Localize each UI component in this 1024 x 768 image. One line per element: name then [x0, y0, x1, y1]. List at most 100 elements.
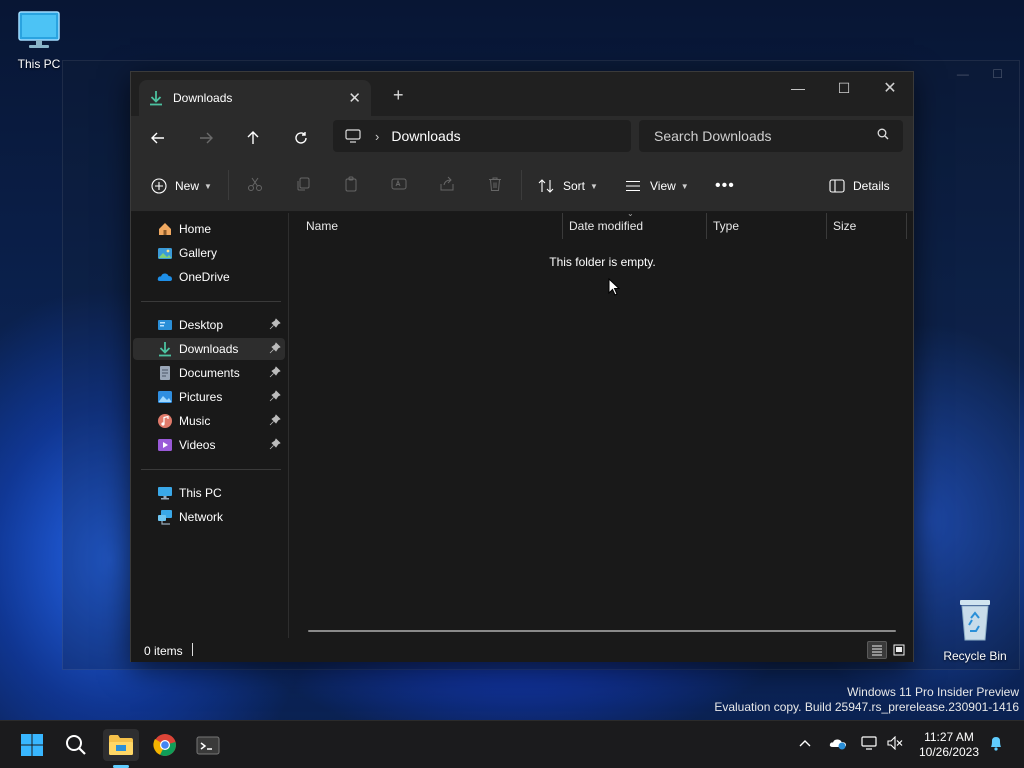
back-button[interactable] [144, 126, 172, 150]
copy-icon[interactable] [295, 176, 311, 192]
music-icon [158, 414, 172, 428]
pin-icon[interactable] [269, 438, 281, 450]
pin-icon[interactable] [269, 390, 281, 402]
breadcrumb-downloads[interactable]: Downloads [391, 128, 460, 144]
network-tray-button[interactable] [861, 736, 877, 753]
chevron-up-icon [799, 740, 811, 747]
nav-item-this-pc[interactable]: This PC [133, 482, 285, 504]
monitor-icon [158, 487, 172, 500]
maximize-button[interactable]: ☐ [821, 72, 867, 104]
paste-icon[interactable] [343, 176, 359, 192]
nav-item-music[interactable]: Music [133, 410, 285, 432]
refresh-button[interactable] [287, 126, 315, 150]
column-header-type[interactable]: Type [707, 213, 827, 239]
evaluation-watermark: Windows 11 Pro Insider Preview Evaluatio… [714, 685, 1019, 715]
terminal-taskbar-button[interactable] [190, 729, 226, 761]
up-button[interactable] [239, 126, 267, 150]
desktop-icon-recycle-bin[interactable]: Recycle Bin [937, 598, 1013, 663]
column-header-date-modified[interactable]: Date modified ⌄ [563, 209, 707, 239]
sort-button[interactable]: Sort ▼ [538, 174, 598, 198]
sort-button-label: Sort [563, 179, 586, 193]
details-button[interactable]: Details [829, 174, 890, 198]
view-button[interactable]: View ▼ [625, 174, 689, 198]
nav-item-desktop[interactable]: Desktop [133, 314, 285, 336]
breadcrumb[interactable]: › Downloads [333, 120, 631, 152]
monitor-icon [18, 11, 60, 48]
volume-tray-button[interactable] [887, 735, 903, 753]
nav-item-onedrive[interactable]: OneDrive [133, 266, 285, 288]
details-button-label: Details [853, 179, 890, 193]
search-icon [66, 735, 86, 755]
system-clock[interactable]: 11:27 AM 10/26/2023 [912, 730, 986, 760]
horizontal-scrollbar[interactable] [308, 630, 896, 632]
file-explorer-taskbar-button[interactable] [103, 729, 139, 761]
desktop-icon-this-pc[interactable]: This PC [1, 10, 77, 71]
column-header-name[interactable]: Name [300, 213, 563, 239]
nav-item-documents[interactable]: Documents [133, 362, 285, 384]
forward-button[interactable] [192, 126, 220, 150]
column-header-label: Name [306, 219, 339, 233]
tab-label: Downloads [173, 91, 233, 105]
refresh-icon [295, 132, 307, 144]
search-input[interactable] [639, 120, 903, 152]
arrow-up-icon [247, 131, 259, 144]
close-tab-icon[interactable]: ✕ [348, 89, 361, 107]
pin-icon[interactable] [269, 366, 281, 378]
show-hidden-icons-button[interactable] [799, 737, 811, 751]
chrome-taskbar-button[interactable] [147, 729, 183, 761]
share-icon[interactable] [439, 176, 455, 192]
nav-item-home[interactable]: Home [133, 218, 285, 240]
title-bar: Downloads ✕ + — ☐ ✕ [131, 72, 913, 116]
chevron-down-icon: ▼ [590, 181, 598, 191]
new-button[interactable]: New ▼ [151, 174, 212, 198]
nav-item-label: This PC [179, 486, 222, 500]
clock-time: 11:27 AM [924, 730, 974, 744]
pin-icon[interactable] [269, 342, 281, 354]
minimize-button[interactable]: — [775, 72, 821, 104]
arrow-left-icon [151, 132, 164, 144]
column-header-size[interactable]: Size [827, 213, 907, 239]
speaker-muted-icon [887, 735, 903, 751]
network-monitor-icon [861, 736, 877, 750]
terminal-icon [196, 736, 220, 755]
nav-item-pictures[interactable]: Pictures [133, 386, 285, 408]
status-bar: 0 items [131, 638, 913, 662]
tiles-view-button[interactable] [889, 641, 909, 659]
nav-item-label: Music [179, 414, 211, 428]
nav-item-network[interactable]: Network [133, 506, 285, 528]
watermark-line-2: Evaluation copy. Build 25947.rs_prerelea… [714, 700, 1019, 714]
tab-downloads[interactable]: Downloads ✕ [139, 80, 371, 116]
column-header-label: Type [713, 219, 740, 233]
cut-icon[interactable] [247, 176, 263, 192]
start-button[interactable] [14, 729, 50, 761]
nav-item-downloads[interactable]: Downloads [133, 338, 285, 360]
arrow-right-icon [200, 132, 213, 144]
delete-icon[interactable] [487, 176, 503, 192]
nav-item-videos[interactable]: Videos [133, 434, 285, 456]
document-icon [160, 366, 170, 380]
windows-logo-icon [21, 734, 43, 756]
rename-icon[interactable] [391, 176, 407, 192]
videos-icon [158, 439, 172, 451]
nav-item-gallery[interactable]: Gallery [133, 242, 285, 264]
close-window-button[interactable]: ✕ [867, 72, 913, 104]
pin-icon[interactable] [269, 414, 281, 426]
search-taskbar-button[interactable] [58, 729, 94, 761]
ellipsis-icon: ••• [715, 177, 735, 194]
network-icon [158, 510, 172, 525]
pin-icon[interactable] [269, 318, 281, 330]
nav-item-label: Network [179, 510, 224, 524]
download-arrow-icon [159, 342, 171, 357]
column-header-label: Size [833, 219, 857, 233]
status-separator [192, 643, 193, 656]
nav-item-label: OneDrive [179, 270, 230, 284]
details-view-button[interactable] [867, 641, 887, 659]
monitor-icon [345, 129, 361, 143]
notifications-button[interactable] [989, 735, 1003, 754]
search-icon[interactable] [877, 128, 889, 140]
more-options-button[interactable]: ••• [715, 174, 735, 198]
chevron-right-icon[interactable]: › [375, 129, 379, 144]
new-tab-button[interactable]: + [393, 85, 404, 106]
onedrive-tray-button[interactable] [829, 736, 847, 753]
address-bar: › Downloads [131, 116, 913, 160]
